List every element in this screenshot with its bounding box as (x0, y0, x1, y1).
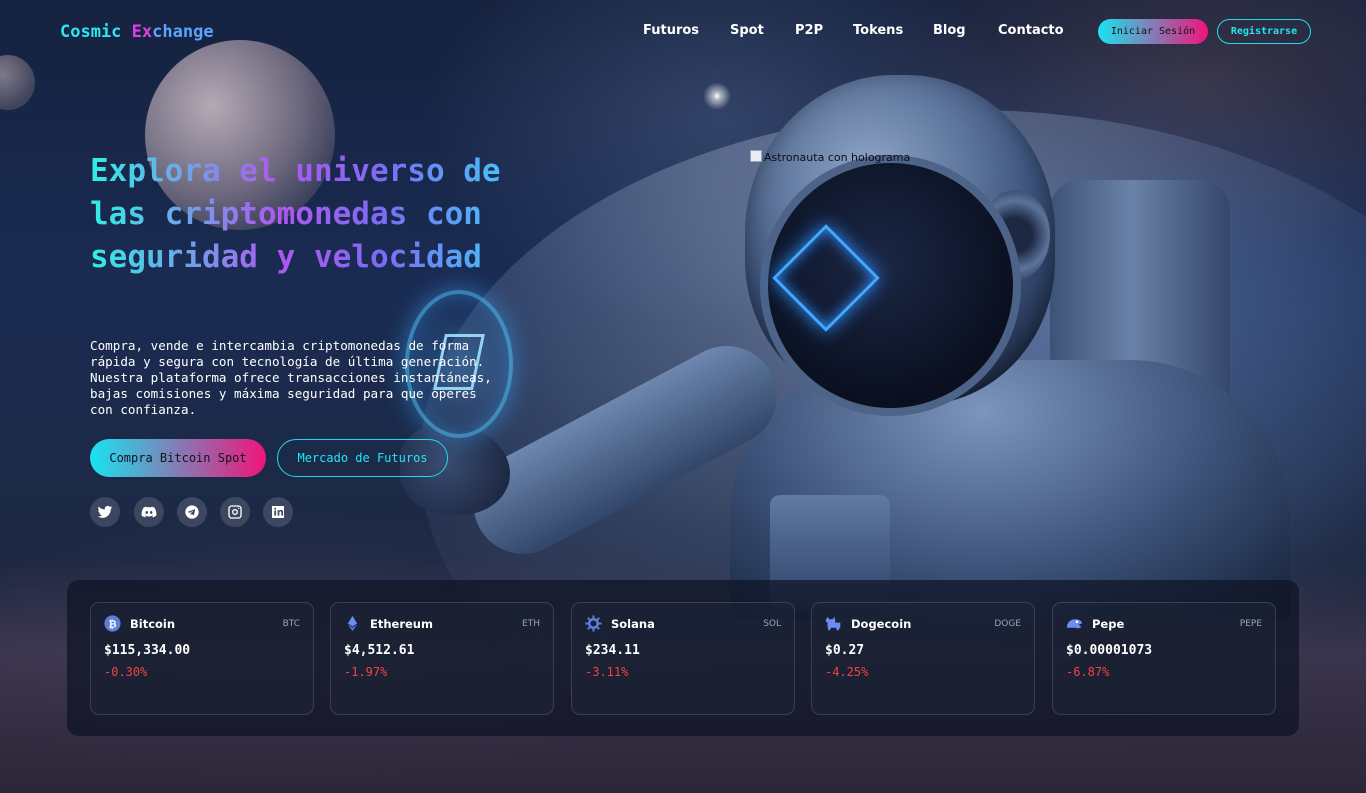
coin-name: Bitcoin (130, 617, 176, 631)
svg-text:₿: ₿ (108, 618, 116, 630)
top-navigation: Cosmic Exchange Futuros Spot P2P Tokens … (0, 0, 1366, 64)
coin-price: $234.11 (585, 643, 640, 658)
coin-card-ethereum[interactable]: Ethereum ETH $4,512.61 -1.97% (330, 602, 554, 715)
crypto-ticker-panel: ₿ Bitcoin BTC $115,334.00 -0.30% Ethereu… (67, 580, 1299, 736)
login-button[interactable]: Iniciar Sesión (1098, 19, 1208, 44)
page: Astronauta con holograma Cosmic Exchange… (0, 0, 1366, 793)
coin-price: $115,334.00 (104, 643, 191, 658)
nav-link-contacto[interactable]: Contacto (998, 23, 1064, 38)
hero-title: Explora el universo de las criptomonedas… (90, 150, 510, 279)
pepe-icon (1066, 615, 1083, 632)
ethereum-icon (344, 615, 361, 632)
hero-astronaut-image (400, 60, 1366, 620)
nav-link-futuros[interactable]: Futuros (643, 23, 699, 38)
nav-link-p2p[interactable]: P2P (795, 23, 823, 38)
coin-card-solana[interactable]: Solana SOL $234.11 -3.11% (571, 602, 795, 715)
brand-logo[interactable]: Cosmic Exchange (60, 22, 214, 42)
broken-image-icon (750, 150, 762, 162)
linkedin-icon[interactable] (263, 497, 293, 527)
coin-symbol: SOL (763, 619, 781, 629)
coin-price: $4,512.61 (344, 643, 415, 658)
instagram-icon[interactable] (220, 497, 250, 527)
coin-symbol: PEPE (1239, 619, 1262, 629)
coin-change: -6.87% (1066, 665, 1110, 679)
twitter-icon[interactable] (90, 497, 120, 527)
telegram-icon[interactable] (177, 497, 207, 527)
register-button[interactable]: Registrarse (1217, 19, 1311, 44)
nav-link-spot[interactable]: Spot (730, 23, 764, 38)
coin-change: -4.25% (825, 665, 869, 679)
coin-card-bitcoin[interactable]: ₿ Bitcoin BTC $115,334.00 -0.30% (90, 602, 314, 715)
hero-description: Compra, vende e intercambia criptomoneda… (90, 338, 492, 417)
coin-card-dogecoin[interactable]: Dogecoin DOGE $0.27 -4.25% (811, 602, 1035, 715)
brand-logo-part: Ex (131, 22, 153, 42)
coin-change: -0.30% (104, 665, 148, 679)
solana-icon (585, 615, 602, 632)
coin-price: $0.00001073 (1066, 643, 1153, 658)
dogecoin-icon (825, 615, 842, 632)
image-alt-label: Astronauta con holograma (764, 151, 911, 164)
futures-market-button[interactable]: Mercado de Futuros (277, 439, 448, 477)
coin-symbol: DOGE (994, 619, 1021, 629)
nav-link-tokens[interactable]: Tokens (853, 23, 903, 38)
coin-name: Pepe (1092, 617, 1125, 631)
coin-change: -3.11% (585, 665, 629, 679)
coin-name: Dogecoin (851, 617, 912, 631)
coin-name: Ethereum (370, 617, 433, 631)
discord-icon[interactable] (134, 497, 164, 527)
brand-logo-part: Cosmic (60, 22, 132, 42)
coin-change: -1.97% (344, 665, 388, 679)
coin-symbol: BTC (282, 619, 300, 629)
buy-bitcoin-spot-button[interactable]: Compra Bitcoin Spot (90, 439, 266, 477)
bitcoin-icon: ₿ (104, 615, 121, 632)
image-alt-text: Astronauta con holograma (750, 150, 910, 164)
coin-card-pepe[interactable]: Pepe PEPE $0.00001073 -6.87% (1052, 602, 1276, 715)
coin-name: Solana (611, 617, 655, 631)
nav-link-blog[interactable]: Blog (933, 23, 966, 38)
coin-price: $0.27 (825, 643, 865, 658)
coin-symbol: ETH (522, 619, 540, 629)
brand-logo-part: change (152, 22, 214, 42)
